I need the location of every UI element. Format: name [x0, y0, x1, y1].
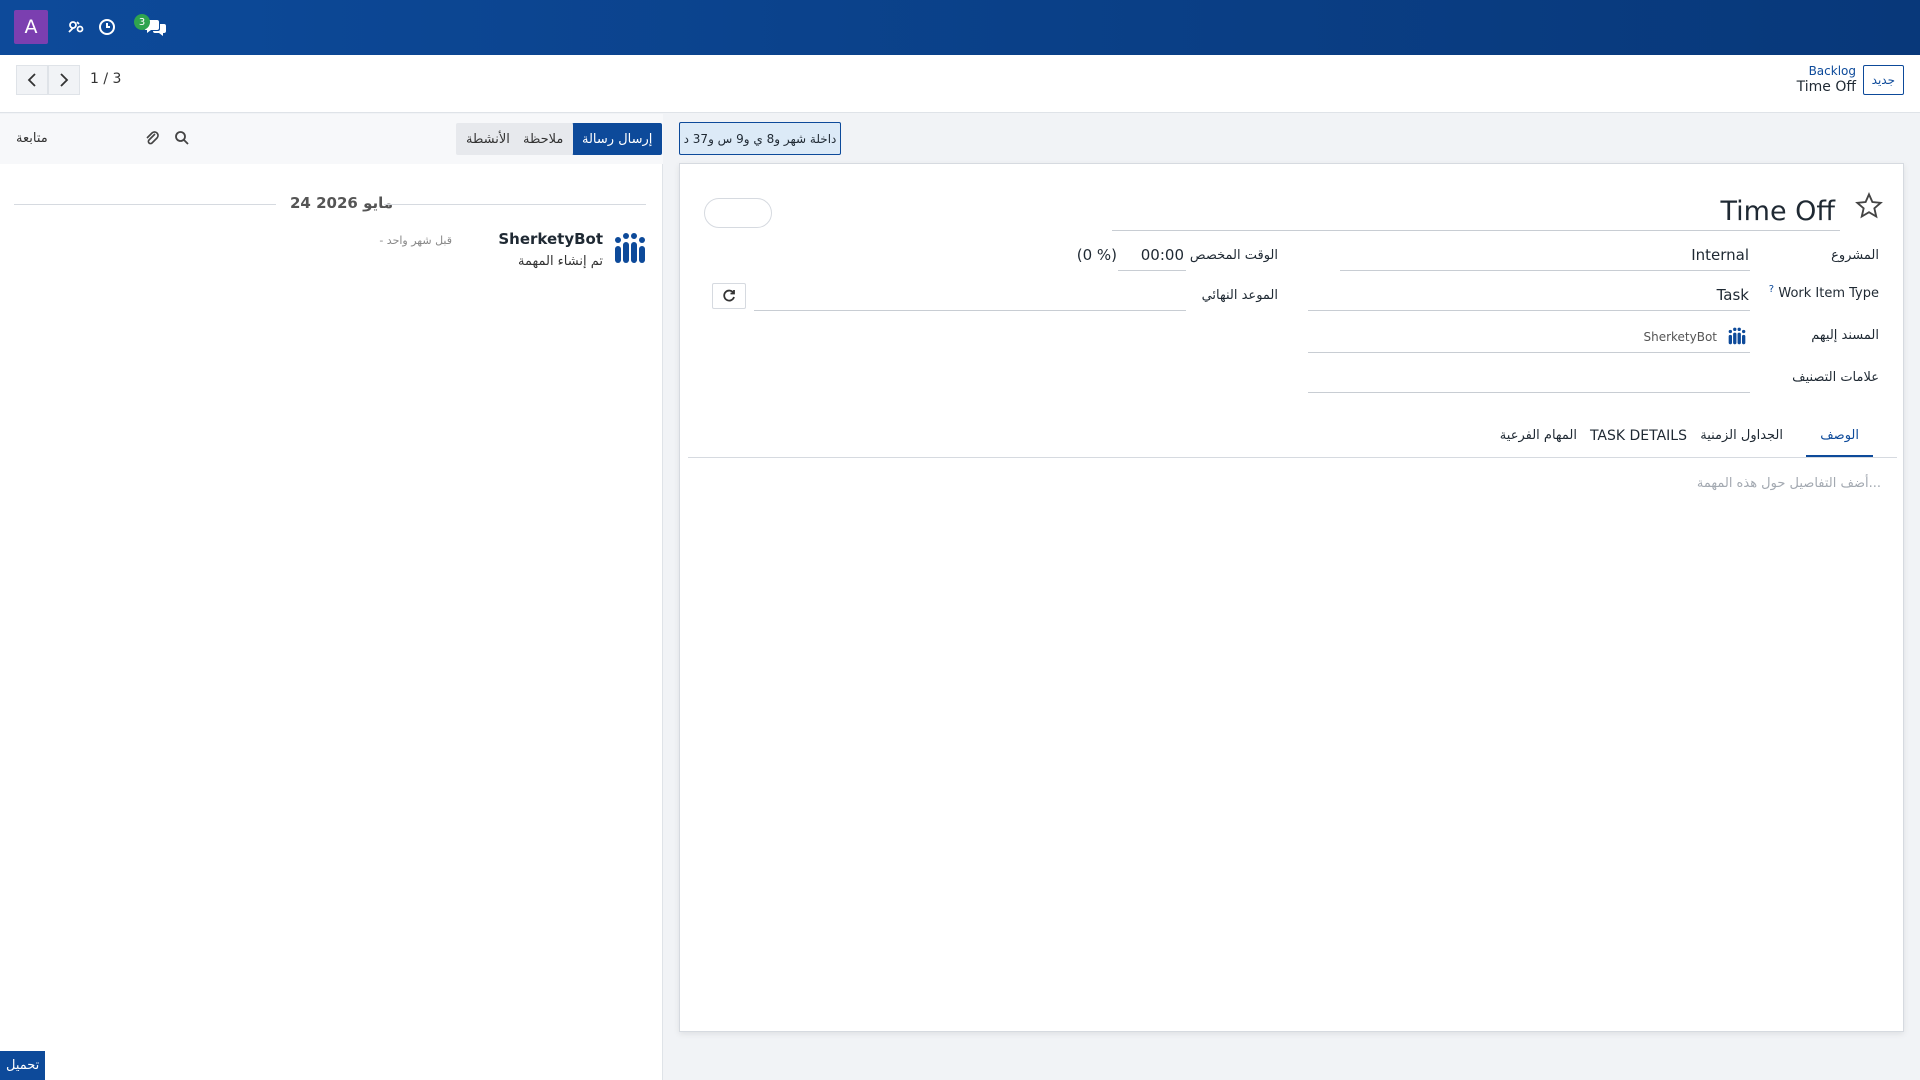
chevron-right-icon — [60, 73, 69, 87]
allocated-percent: (0 %) — [1076, 246, 1117, 264]
clock-icon[interactable] — [96, 16, 118, 38]
timer-button[interactable]: داخلة شهر و8 ي و9 س و37 د — [679, 122, 841, 155]
tab-task-details[interactable]: TASK DETAILS — [1576, 424, 1701, 457]
upload-button[interactable]: تحميل — [0, 1051, 46, 1080]
paperclip-icon[interactable] — [142, 128, 162, 148]
tab-subtasks[interactable]: المهام الفرعية — [1486, 424, 1591, 457]
work-item-type-field[interactable]: Task — [1717, 286, 1749, 304]
form-sheet: Time Off المشروع Internal Work Item Type… — [679, 163, 1904, 1032]
control-panel: 1 / 3 Backlog Time Off جديد — [0, 55, 1920, 113]
send-message-button[interactable]: إرسال رسالة — [572, 123, 663, 155]
refresh-icon — [723, 289, 735, 302]
deadline-label: الموعد النهائي — [1201, 288, 1278, 303]
activities-button[interactable]: الأنشطة — [456, 123, 520, 155]
work-item-type-label: Work Item Type — [1778, 286, 1879, 301]
chatter-panel: إرسال رسالة ملاحظة الأنشطة متابعة 24 ماي… — [0, 114, 663, 1080]
sherketybot-logo-icon — [615, 233, 645, 263]
project-label: المشروع — [1831, 248, 1879, 263]
breadcrumb-parent[interactable]: Backlog — [1809, 64, 1856, 78]
task-title[interactable]: Time Off — [1720, 196, 1835, 227]
chat-count-badge: 3 — [134, 14, 150, 30]
search-icon[interactable] — [172, 128, 192, 148]
date-separator-text: 24 مايو 2026 — [290, 194, 394, 212]
log-note-button[interactable]: ملاحظة — [513, 123, 574, 155]
form-tabs: الوصف الجداول الزمنية TASK DETAILS المها… — [688, 414, 1897, 458]
star-icon[interactable] — [1855, 192, 1885, 222]
allocated-time-field[interactable]: 00:00 — [1141, 246, 1184, 264]
assignee-avatar-icon — [1728, 327, 1746, 345]
follow-button[interactable]: متابعة — [16, 131, 48, 146]
description-editor[interactable]: أضف التفاصيل حول هذه المهمة... — [1697, 476, 1881, 491]
help-icon[interactable]: ? — [1769, 284, 1774, 295]
pager-next-button[interactable] — [48, 65, 80, 95]
message-time: - قبل شهر واحد — [379, 234, 452, 247]
tab-timesheets[interactable]: الجداول الزمنية — [1686, 424, 1797, 457]
breadcrumb-current: Time Off — [1796, 79, 1856, 95]
message-body: تم إنشاء المهمة — [517, 254, 603, 269]
date-separator: 24 مايو 2026 — [14, 194, 646, 214]
chatter-topbar: إرسال رسالة ملاحظة الأنشطة متابعة — [0, 114, 663, 164]
assignee-tag[interactable]: SherketyBot — [1643, 330, 1717, 344]
allocated-time-label: الوقت المخصص — [1189, 248, 1278, 263]
top-navbar: A 3 — [0, 0, 1920, 55]
tags-label: علامات التصنيف — [1792, 370, 1879, 385]
pager-value[interactable]: 1 / 3 — [90, 71, 121, 87]
new-button[interactable]: جديد — [1862, 65, 1904, 95]
project-field[interactable]: Internal — [1691, 246, 1749, 264]
message-author[interactable]: SherketyBot — [498, 230, 603, 248]
tab-description[interactable]: الوصف — [1806, 424, 1873, 457]
user-avatar[interactable]: A — [14, 10, 48, 44]
pager-previous-button[interactable] — [16, 65, 48, 95]
refresh-button[interactable] — [712, 283, 746, 309]
chevron-left-icon — [27, 73, 36, 87]
priority-pill[interactable] — [704, 198, 772, 228]
tools-icon[interactable] — [65, 16, 87, 38]
assignees-label: المسند إليهم — [1811, 328, 1879, 343]
